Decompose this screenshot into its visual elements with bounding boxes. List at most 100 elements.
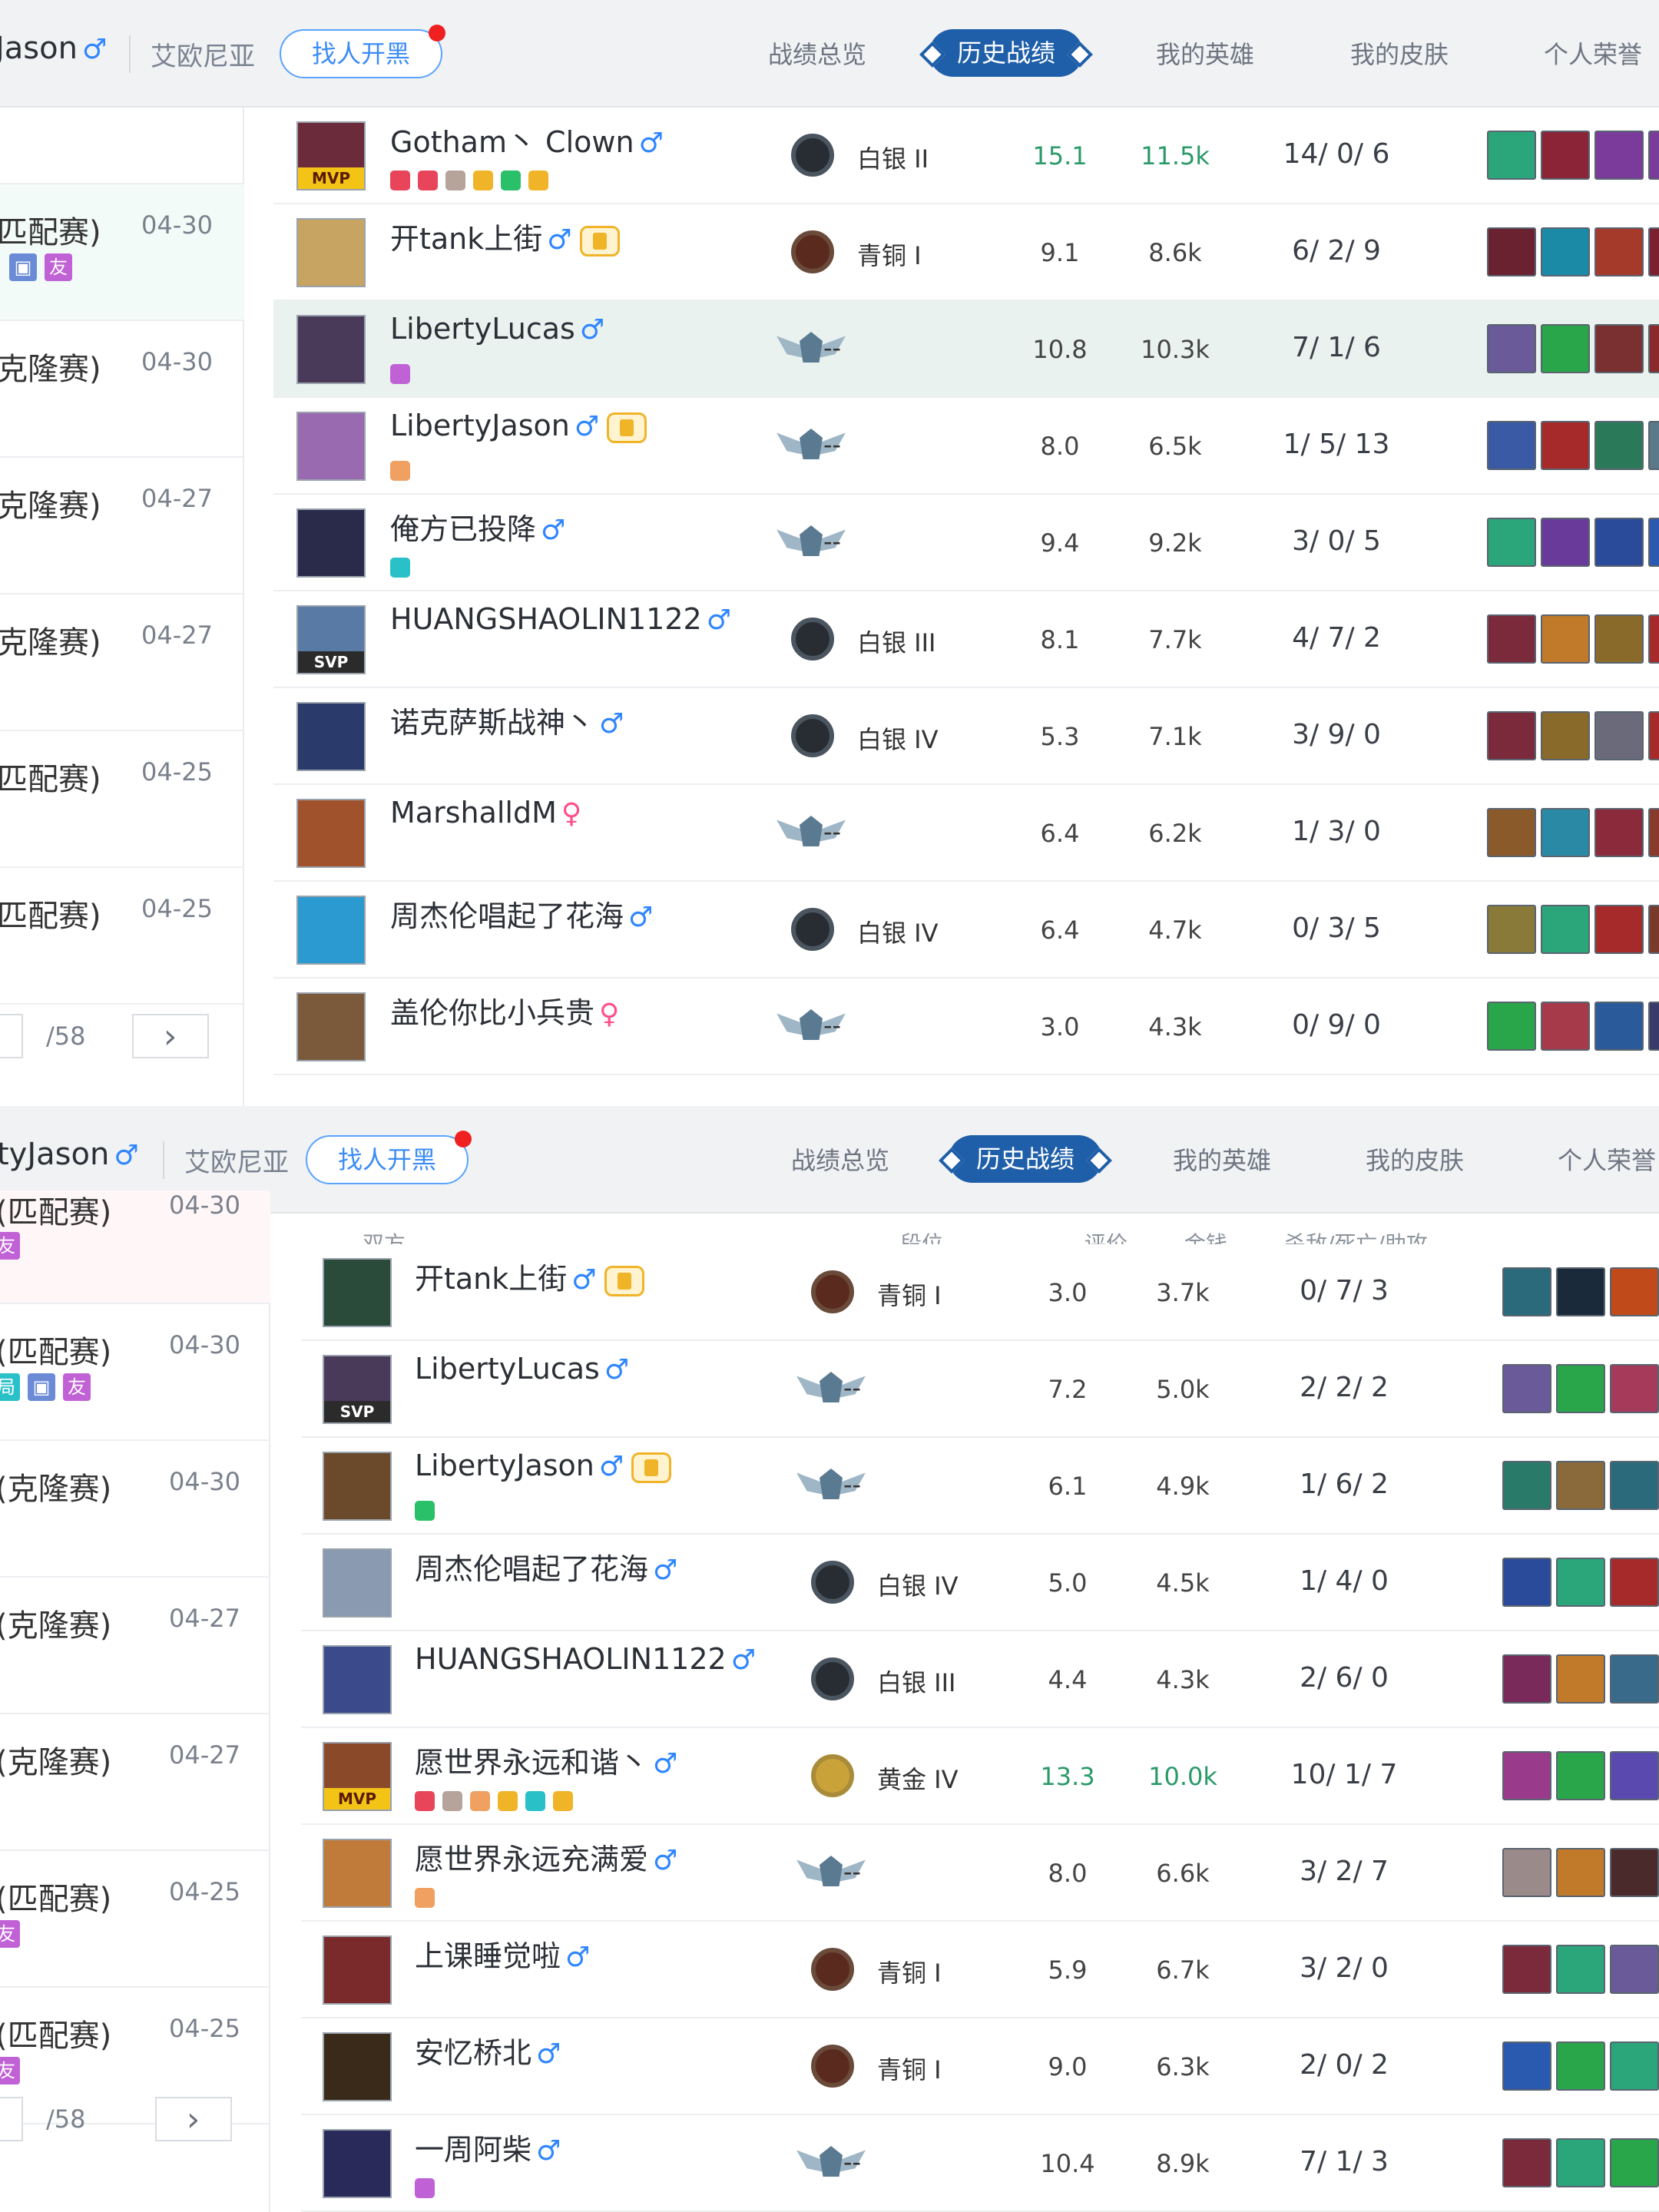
match-list-item[interactable]: (克隆赛) 04-27 [0,1714,270,1851]
player-row[interactable]: 上课睡觉啦 ♂ 青铜 I 5.9 6.7k 3/ 2/ 0 [301,1922,1659,2018]
player-name[interactable]: LibertyJason ♂ [415,1449,672,1483]
item-icon[interactable] [1487,614,1536,664]
player-row[interactable]: MVP Gotham丶 Clown ♂ 白银 II 15.1 11.5k 14/ 0/ 6 [273,108,1659,204]
player-row[interactable]: HUANGSHAOLIN1122 ♂ 白银 III 4.4 4.3k 2/ 6/ 0 [301,1631,1659,1728]
player-name[interactable]: 盖伦你比小兵贵 ♀ [390,989,619,1031]
player-name[interactable]: Gotham丶 Clown ♂ [390,118,664,161]
player-name[interactable]: 上课睡觉啦 ♂ [415,1932,590,1975]
item-icon[interactable] [1594,421,1644,470]
item-icon[interactable] [1541,518,1590,567]
item-icon[interactable] [1502,1848,1551,1897]
player-row[interactable]: 周杰伦唱起了花海 ♂ 白银 IV 5.0 4.5k 1/ 4/ 0 [301,1535,1659,1631]
tab-history[interactable]: 历史战绩 [949,1135,1103,1183]
item-icon[interactable] [1556,1654,1605,1704]
champion-avatar[interactable] [296,992,366,1061]
player-row[interactable]: MarshalldM ♀ -- 6.4 6.2k 1/ 3/ 0 [273,785,1659,882]
player-row[interactable]: 诺克萨斯战神丶 ♂ 白银 IV 5.3 7.1k 3/ 9/ 0 [273,688,1659,785]
item-icon[interactable] [1648,905,1659,954]
username[interactable]: Jason ♂ [0,31,107,66]
item-icon[interactable] [1502,1364,1551,1413]
item-icon[interactable] [1594,905,1644,954]
player-name[interactable]: 一周阿柴 ♂ [415,2126,561,2168]
match-list-item[interactable]: 克隆赛) 04-27 [0,458,244,594]
tab-overview[interactable]: 战绩总览 [791,1141,889,1177]
tab-honor[interactable]: 个人荣誉 [1558,1141,1656,1177]
item-icon[interactable] [1556,1364,1605,1413]
item-icon[interactable] [1487,711,1536,760]
item-icon[interactable] [1610,1267,1659,1316]
page-input[interactable] [0,2097,23,2141]
champion-avatar[interactable] [296,799,366,868]
player-name[interactable]: 诺克萨斯战神丶 ♂ [390,699,624,741]
champion-avatar[interactable] [323,2129,392,2198]
item-icon[interactable] [1487,324,1536,373]
item-icon[interactable] [1610,1654,1659,1704]
next-page-button[interactable]: › [154,2097,232,2141]
player-name[interactable]: MarshalldM ♀ [390,796,581,830]
item-icon[interactable] [1648,324,1659,373]
item-icon[interactable] [1487,131,1536,180]
item-icon[interactable] [1594,614,1644,664]
champion-avatar[interactable] [296,412,366,481]
item-icon[interactable] [1594,324,1644,373]
match-list-item[interactable]: 克隆赛) 04-27 [0,594,244,731]
item-icon[interactable] [1556,1848,1605,1897]
item-icon[interactable] [1502,2041,1551,2091]
item-icon[interactable] [1502,1558,1551,1607]
match-list-item[interactable] [0,108,244,184]
item-icon[interactable] [1648,131,1659,180]
item-icon[interactable] [1594,131,1644,180]
player-row[interactable]: LibertyLucas ♂ -- 10.8 10.3k 7/ 1/ 6 [273,301,1659,398]
item-icon[interactable] [1556,1267,1605,1316]
player-row[interactable]: 盖伦你比小兵贵 ♀ -- 3.0 4.3k 0/ 9/ 0 [273,979,1659,1075]
player-row[interactable]: 开tank上街 ♂ 青铜 I 3.0 3.7k 0/ 7/ 3 [301,1244,1659,1341]
item-icon[interactable] [1541,421,1590,470]
champion-avatar[interactable] [296,315,366,384]
player-row[interactable]: 一周阿柴 ♂ -- 10.4 8.9k 7/ 1/ 3 [301,2115,1659,2212]
match-list-item[interactable]: (克隆赛) 04-27 [0,1578,270,1714]
champion-avatar[interactable] [323,1452,392,1521]
player-name[interactable]: 开tank上街 ♂ [415,1255,644,1297]
item-icon[interactable] [1648,518,1659,567]
item-icon[interactable] [1594,711,1644,760]
tab-heroes[interactable]: 我的英雄 [1156,35,1254,71]
item-icon[interactable] [1541,711,1590,760]
player-name[interactable]: LibertyLucas ♂ [415,1352,629,1386]
item-icon[interactable] [1502,1267,1551,1316]
player-row[interactable]: SVP LibertyLucas ♂ -- 7.2 5.0k 2/ 2/ 2 [301,1341,1659,1438]
item-icon[interactable] [1487,227,1536,276]
player-name[interactable]: LibertyJason ♂ [390,409,647,443]
item-icon[interactable] [1502,1654,1551,1704]
player-name[interactable]: 俺方已投降 ♂ [390,505,565,548]
item-icon[interactable] [1541,905,1590,954]
champion-avatar[interactable] [296,218,366,287]
player-name[interactable]: LibertyLucas ♂ [390,312,604,346]
item-icon[interactable] [1556,1945,1605,1994]
item-icon[interactable] [1594,518,1644,567]
player-row[interactable]: 周杰伦唱起了花海 ♂ 白银 IV 6.4 4.7k 0/ 3/ 5 [273,882,1659,979]
item-icon[interactable] [1556,1751,1605,1800]
item-icon[interactable] [1556,1461,1605,1510]
item-icon[interactable] [1487,808,1536,857]
player-row[interactable]: MVP 愿世界永远和谐丶 ♂ 黄金 IV 13.3 10.0k 10/ 1/ 7 [301,1728,1659,1825]
champion-avatar[interactable]: MVP [323,1742,392,1811]
match-list-item[interactable]: (匹配赛) 04-30 友 [0,1190,270,1304]
player-row[interactable]: LibertyJason ♂ -- 8.0 6.5k 1/ 5/ 13 [273,398,1659,495]
item-icon[interactable] [1610,1461,1659,1510]
champion-avatar[interactable] [296,702,366,771]
champion-avatar[interactable] [323,1548,392,1618]
match-list-item[interactable]: (匹配赛) 04-25 友 [0,1851,270,1988]
item-icon[interactable] [1610,1751,1659,1800]
player-row[interactable]: 安忆桥北 ♂ 青铜 I 9.0 6.3k 2/ 0/ 2 [301,2018,1659,2115]
item-icon[interactable] [1610,1364,1659,1413]
tab-history[interactable]: 历史战绩 [929,29,1084,77]
find-teammate-button[interactable]: 找人开黑 [306,1131,472,1184]
tab-overview[interactable]: 战绩总览 [768,35,866,71]
player-name[interactable]: HUANGSHAOLIN1122 ♂ [415,1642,756,1676]
item-icon[interactable] [1594,227,1644,276]
tab-skins[interactable]: 我的皮肤 [1350,35,1449,71]
next-page-button[interactable]: › [131,1014,209,1058]
item-icon[interactable] [1648,227,1659,276]
player-name[interactable]: HUANGSHAOLIN1122 ♂ [390,602,731,636]
match-list-item[interactable]: (匹配赛) 04-30 局 ▣ 友 [0,1304,270,1441]
